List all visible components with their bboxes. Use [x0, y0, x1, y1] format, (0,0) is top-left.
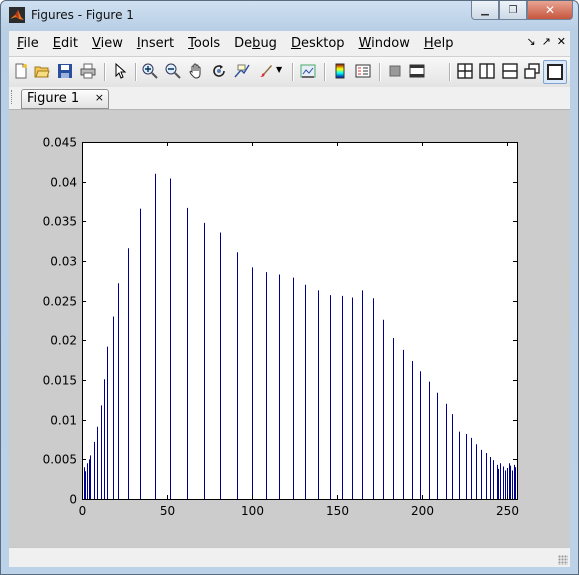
x-tick-label: 100 — [241, 504, 264, 518]
brush-dropdown-icon[interactable]: ▼ — [276, 65, 282, 74]
menu-item[interactable]: Window — [359, 36, 410, 51]
bar-chart[interactable]: 0 50 100 150 200 250 0 0.005 0.01 0.015 0.02 0.025 0… — [9, 110, 570, 547]
title-bar[interactable]: Figures - Figure 1 ▁ ❐ ✕ — [1, 1, 578, 30]
document-tab-bar: Figure 1 × — [9, 87, 570, 110]
new-figure-icon[interactable] — [13, 63, 29, 79]
x-tick-label: 0 — [79, 504, 87, 518]
tab-close-icon[interactable]: × — [95, 91, 104, 104]
y-tick-label: 0.025 — [43, 295, 77, 309]
plot-area — [82, 142, 517, 499]
window-title: Figures - Figure 1 — [31, 8, 134, 22]
dock-icon[interactable]: ↗ — [542, 35, 551, 48]
open-icon[interactable] — [34, 63, 50, 79]
legend-icon[interactable] — [355, 63, 371, 79]
float-icon[interactable] — [524, 63, 540, 79]
y-tick-label: 0.035 — [43, 215, 77, 229]
data-cursor-icon[interactable] — [234, 63, 250, 79]
y-tick-label: 0.005 — [43, 453, 77, 467]
x-tick-label: 250 — [496, 504, 519, 518]
matlab-logo-icon — [9, 7, 25, 23]
toolbar-separator — [135, 63, 137, 81]
y-tick-label: 0.045 — [43, 136, 77, 150]
toolbar-separator — [379, 63, 381, 81]
menu-item[interactable]: Tools — [188, 36, 220, 51]
x-tick-label: 50 — [160, 504, 175, 518]
print-icon[interactable] — [80, 63, 96, 79]
top-bottom-icon[interactable] — [502, 63, 518, 79]
link-plot-icon[interactable] — [300, 63, 316, 79]
hide-plot-tools-icon[interactable] — [387, 63, 403, 79]
x-tick-label: 200 — [411, 504, 434, 518]
toolbar-separator — [324, 63, 326, 81]
tab-figure-1[interactable]: Figure 1 × — [21, 89, 109, 109]
y-tick-label: 0.02 — [50, 334, 77, 348]
maximize-button[interactable]: ❐ — [499, 1, 527, 20]
menu-item[interactable]: Insert — [137, 36, 174, 51]
status-bar — [9, 547, 570, 567]
figure-canvas[interactable]: 0 50 100 150 200 250 0 0.005 0.01 0.015 0.02 0.025 0… — [9, 110, 570, 547]
resize-grip-icon[interactable] — [558, 555, 568, 565]
save-icon[interactable] — [57, 63, 73, 79]
restore-icon: ❐ — [508, 4, 518, 16]
zoom-in-icon[interactable] — [142, 63, 158, 79]
menu-bar: File Edit View Insert Tools Debug Desktop Windo… — [9, 31, 570, 56]
minimize-button[interactable]: ▁ — [471, 1, 499, 20]
y-tick-label: 0.01 — [50, 414, 77, 428]
undock-icon[interactable]: ↘ — [526, 35, 535, 48]
brush-icon[interactable] — [257, 63, 273, 79]
zoom-out-icon[interactable] — [165, 63, 181, 79]
y-tick-label: 0 — [69, 493, 77, 507]
toolbar-separator — [292, 63, 294, 81]
y-tick-label: 0.03 — [50, 255, 77, 269]
y-tick-label: 0.04 — [50, 176, 77, 190]
colorbar-icon[interactable] — [332, 63, 348, 79]
pan-icon[interactable] — [188, 63, 204, 79]
menu-item[interactable]: Edit — [53, 36, 78, 51]
left-right-icon[interactable] — [479, 63, 495, 79]
rotate-3d-icon[interactable] — [211, 63, 227, 79]
toolbar-separator — [449, 63, 451, 81]
menu-item[interactable]: File — [17, 36, 39, 51]
menu-item[interactable]: View — [92, 36, 123, 51]
toolbar-separator — [104, 63, 106, 81]
minimize-icon: ▁ — [481, 4, 489, 16]
tile-icon[interactable] — [457, 63, 473, 79]
close-button[interactable]: ✕ — [527, 1, 573, 20]
menu-close-icon[interactable]: ✕ — [557, 35, 566, 48]
menu-item[interactable]: Debug — [234, 36, 277, 51]
maximize-figure-button[interactable] — [543, 60, 567, 84]
tab-bar-grip[interactable] — [11, 90, 15, 104]
x-tick-label: 150 — [326, 504, 349, 518]
pointer-icon[interactable] — [112, 63, 128, 79]
figure-toolbar: ▼ — [9, 56, 570, 88]
y-tick-label: 0.015 — [43, 374, 77, 388]
show-plot-tools-icon[interactable] — [409, 63, 425, 79]
figure-window: Figures - Figure 1 ▁ ❐ ✕ File Edit View Ins… — [0, 0, 579, 575]
maximize-icon — [547, 64, 563, 80]
menu-item[interactable]: Desktop — [291, 36, 345, 51]
close-icon: ✕ — [544, 3, 556, 17]
menu-item[interactable]: Help — [424, 36, 454, 51]
tab-label: Figure 1 — [27, 91, 80, 106]
